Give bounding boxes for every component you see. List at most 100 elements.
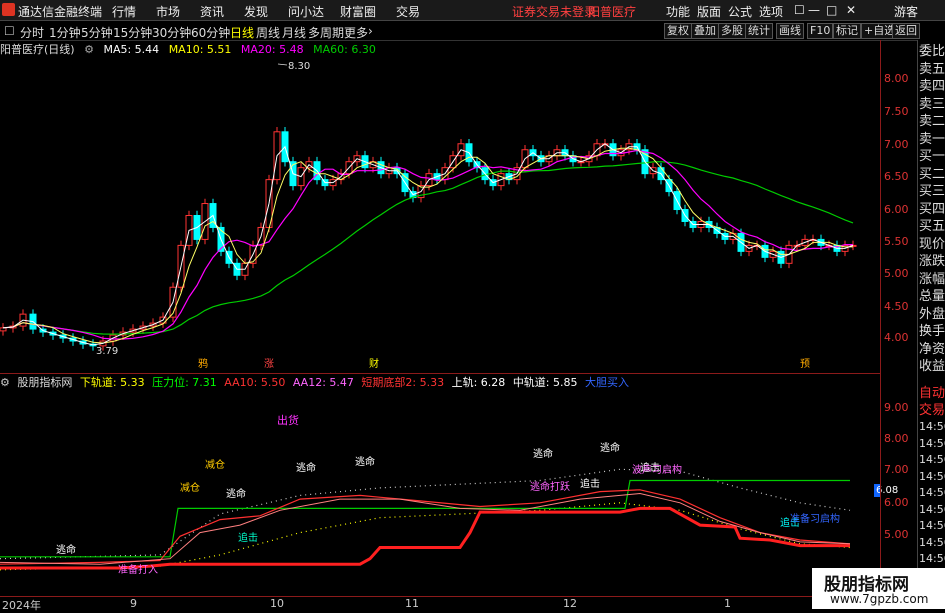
button-f10[interactable]: F10 <box>807 23 834 39</box>
minimize-icon[interactable]: — <box>808 3 820 17</box>
quote-field-8: 买三 <box>919 184 945 199</box>
y-label-4.50: 4.50 <box>884 300 909 313</box>
stock-chart-title: 阳普医疗(日线) <box>0 43 75 56</box>
guest-label[interactable]: 游客 <box>894 3 918 20</box>
menu-item-news[interactable]: 资讯 <box>200 3 224 20</box>
menu-item-ask[interactable]: 问小达 <box>288 3 324 20</box>
trade-time-3: 14:56 <box>919 436 945 450</box>
sub-indicator-name: 股朋指标网 <box>17 376 73 389</box>
label-escape-4: 逃命 <box>355 455 375 468</box>
y-label-5.50: 5.50 <box>884 235 909 248</box>
button-fuquan[interactable]: 复权 <box>664 23 692 39</box>
period-tab-more[interactable]: 更多 <box>344 24 368 41</box>
quote-field-11: 现价 <box>919 236 945 252</box>
menu-bar: 通达信金融终端 行情 市场 资讯 发现 问小达 财富圈 交易 证券交易未登录 阳… <box>0 0 945 21</box>
sub-y-label-9.00: 9.00 <box>884 401 909 414</box>
watermark-url: www.7gpzb.com <box>830 592 929 606</box>
period-tab-1min[interactable]: 1分钟 <box>49 24 81 41</box>
quote-field-4: 卖二 <box>919 114 945 129</box>
trade-time-6: 14:56 <box>919 486 945 499</box>
maximize-icon[interactable]: □ <box>826 3 837 17</box>
quote-field-3: 卖三 <box>919 96 945 112</box>
menu-item-wealth[interactable]: 财富圈 <box>340 3 376 20</box>
marker-forecast[interactable]: 预 <box>800 358 810 370</box>
ma20-value: MA20: 5.48 <box>240 43 304 56</box>
sub-y-label-7.00: 7.00 <box>884 463 909 476</box>
marker-finance[interactable]: 财 <box>369 357 379 370</box>
trade-time-1[interactable]: 交易 <box>919 403 945 419</box>
button-mark[interactable]: 标记 <box>833 23 861 39</box>
label-sell: 出货 <box>277 413 299 427</box>
menu-item-market[interactable]: 市场 <box>156 3 180 20</box>
y-label-8.00: 8.00 <box>884 72 909 85</box>
trade-time-8: 14:56 <box>919 519 945 532</box>
aa10-value: AA10: 5.50 <box>224 376 286 389</box>
main-indicator-header: 阳普医疗(日线) ⚙ MA5: 5.44 MA10: 5.51 MA20: 5.… <box>0 41 382 57</box>
y-label-7.50: 7.50 <box>884 105 909 118</box>
label-escape-3: 逃命 <box>296 461 316 474</box>
y-label-4.00: 4.00 <box>884 331 909 344</box>
date-label-sep: 9 <box>130 597 137 610</box>
button-multi-stock[interactable]: 多股 <box>718 23 746 39</box>
period-tab-30min[interactable]: 30分钟 <box>152 24 191 41</box>
lower-dotted-line <box>0 502 851 571</box>
menu-item-layout[interactable]: 版面 <box>697 3 721 20</box>
button-draw[interactable]: 画线 <box>776 23 804 39</box>
candle-body <box>0 327 7 332</box>
label-chase-2: 追击 <box>580 477 600 490</box>
login-notice[interactable]: 证券交易未登录 <box>512 3 596 20</box>
menu-item-quotes[interactable]: 行情 <box>112 3 136 20</box>
short-bottom: 短期底部2: 5.33 <box>361 376 445 389</box>
chevron-right-icon[interactable]: › <box>368 24 373 38</box>
menu-item-trade[interactable]: 交易 <box>396 3 420 20</box>
menu-item-options[interactable]: 选项 <box>759 3 783 20</box>
upper-track: 上轨: 6.28 <box>451 376 506 389</box>
checkbox-icon[interactable]: ☐ <box>4 24 15 38</box>
menu-item-function[interactable]: 功能 <box>666 3 690 20</box>
quote-field-12: 涨跌 <box>919 254 945 269</box>
sub-indicator-header: ⚙ 股朋指标网 下轨道: 5.33 压力位: 7.31 AA10: 5.50 A… <box>0 374 633 390</box>
marker-rise[interactable]: 涨 <box>264 358 274 370</box>
button-overlay[interactable]: 叠加 <box>691 23 719 39</box>
quote-field-7: 买二 <box>919 166 945 182</box>
sub-gear-icon[interactable]: ⚙ <box>0 376 10 389</box>
ma5-value: MA5: 5.44 <box>103 43 160 56</box>
period-tab-intraday[interactable]: 分时 <box>20 24 44 41</box>
menu-item-discover[interactable]: 发现 <box>244 3 268 20</box>
user-icon[interactable]: ☐ <box>794 3 805 17</box>
close-icon[interactable]: ✕ <box>846 3 856 17</box>
low-price-label: 3.79 <box>96 346 118 357</box>
period-tab-5min[interactable]: 5分钟 <box>81 24 113 41</box>
quote-field-5: 卖一 <box>919 131 945 147</box>
quote-field-17: 净资 <box>919 341 945 357</box>
quote-field-2: 卖四 <box>919 79 945 94</box>
trade-time-7: 14:56 <box>919 502 945 516</box>
trade-time-0[interactable]: 自动 <box>919 386 945 402</box>
quote-field-13: 涨幅 <box>919 271 945 287</box>
quote-field-6: 买一 <box>919 149 945 164</box>
sub-y-label-5.00: 5.00 <box>884 528 909 541</box>
menu-item-formula[interactable]: 公式 <box>728 3 752 20</box>
lower-track: 下轨道: 5.33 <box>79 376 145 389</box>
button-stats[interactable]: 统计 <box>745 23 773 39</box>
indicator-chart[interactable]: 出货 减仓 减仓 逃命 逃命 逃命 逃命 逃命 逃命 追击 追击 追击 追击 准… <box>0 391 880 596</box>
button-back[interactable]: 返回 <box>892 23 920 39</box>
period-tab-multi[interactable]: 多周期 <box>308 24 344 41</box>
sub-y-label-8.00: 8.00 <box>884 432 909 445</box>
trade-time-5: 14:56 <box>919 469 945 483</box>
period-tab-daily[interactable]: 日线 <box>230 24 254 41</box>
settings-gear-icon[interactable]: ⚙ <box>84 43 94 56</box>
candles-group <box>0 127 857 351</box>
candlestick-chart[interactable]: 8.30 3.79 鸦 涨 财 预 <box>0 58 880 373</box>
period-tab-weekly[interactable]: 周线 <box>256 24 280 41</box>
date-label-oct: 10 <box>270 597 284 610</box>
app-title: 通达信金融终端 <box>18 5 103 19</box>
period-tab-15min[interactable]: 15分钟 <box>113 24 152 41</box>
label-prepare: 准备习启构 <box>790 512 840 525</box>
period-tab-60min[interactable]: 60分钟 <box>191 24 230 41</box>
period-tab-monthly[interactable]: 月线 <box>282 24 306 41</box>
bottom-step-line <box>0 506 850 570</box>
ma10-value: MA10: 5.51 <box>168 43 232 56</box>
high-price-label: 8.30 <box>288 61 310 72</box>
marker-crow[interactable]: 鸦 <box>198 357 208 370</box>
